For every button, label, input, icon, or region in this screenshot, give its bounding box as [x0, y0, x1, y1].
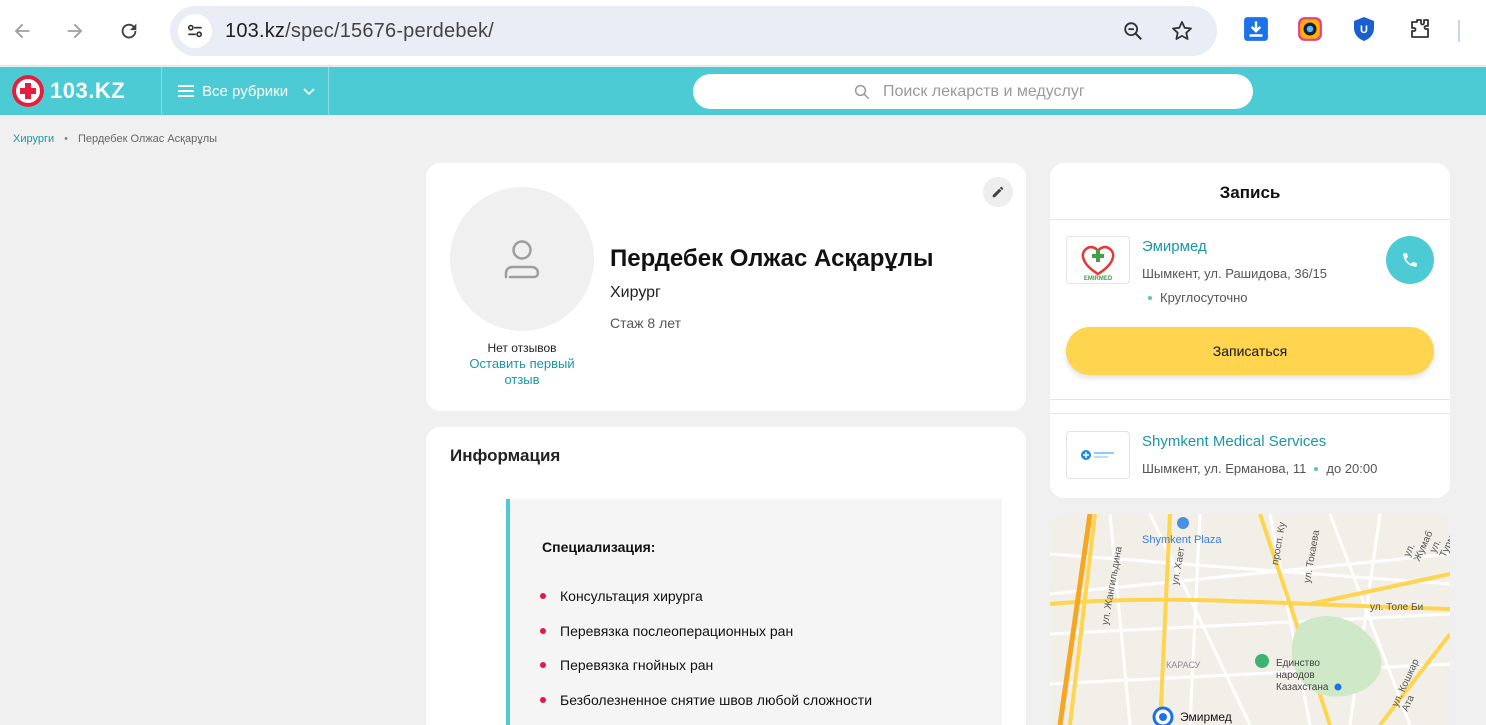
all-rubrics-label: Все рубрики: [202, 82, 289, 100]
clinic-name-shymkent-medical[interactable]: Shymkent Medical Services: [1142, 433, 1326, 450]
open-dot: [1314, 466, 1319, 471]
svg-text:U: U: [1360, 24, 1368, 36]
back-button[interactable]: [5, 14, 39, 48]
divider: [1050, 219, 1450, 220]
specialization-list: Консультация хирурга Перевязка послеопер…: [540, 579, 872, 717]
specialization-heading: Специализация:: [542, 539, 656, 555]
zoom-icon[interactable]: [1120, 18, 1146, 44]
reload-button[interactable]: [112, 14, 146, 48]
breadcrumb-current: Пердебек Олжас Асқарұлы: [78, 133, 218, 145]
divider: [1050, 399, 1450, 400]
clinic-name-emirmed[interactable]: Эмирмед: [1142, 238, 1207, 255]
reload-icon: [121, 23, 137, 39]
edit-button[interactable]: [983, 177, 1013, 207]
book-appointment-button[interactable]: Записаться: [1066, 327, 1434, 375]
avatar: [450, 187, 594, 331]
shield-extension-icon[interactable]: U: [1350, 15, 1378, 43]
url-path: /spec/15676-perdebek/: [285, 20, 494, 42]
clinic-hours-text: Круглосуточно: [1160, 290, 1248, 305]
site-header: 103.KZ Все рубрики: [0, 67, 1486, 115]
browser-toolbar: 103.kz/spec/15676-perdebek/ U: [0, 0, 1486, 66]
bookmark-star-icon[interactable]: [1169, 18, 1195, 44]
search-bar[interactable]: [693, 74, 1253, 109]
clinic-hours-text: до 20:00: [1326, 461, 1378, 476]
clinic-hours: Круглосуточно: [1148, 290, 1248, 305]
no-reviews-text: Нет отзывов: [487, 341, 557, 355]
bullet-dot: [540, 627, 546, 634]
forward-button[interactable]: [58, 14, 92, 48]
breadcrumb: Хирурги • Пердебек Олжас Асқарұлы: [13, 133, 217, 145]
specialization-box: Специализация: Консультация хирурга Пере…: [506, 499, 1002, 725]
booking-title: Запись: [1219, 183, 1281, 202]
info-title: Информация: [450, 446, 561, 465]
leave-first-review-link[interactable]: Оставить первый отзыв: [462, 356, 582, 388]
breadcrumb-separator: •: [64, 133, 68, 145]
doctor-experience: Стаж 8 лет: [610, 315, 681, 331]
pencil-icon: [992, 186, 1004, 198]
extensions-puzzle-icon[interactable]: [1406, 15, 1434, 43]
map-label-tole-bi: ул. Толе Би: [1370, 602, 1424, 613]
red-cross-icon: [12, 75, 44, 107]
open-dot: [1148, 295, 1152, 300]
map-marker-label: Эмирмед: [1180, 710, 1232, 724]
list-item-text: Перевязка послеоперационных ран: [560, 622, 794, 639]
chevron-down-icon: [303, 88, 315, 96]
url-text[interactable]: 103.kz/spec/15676-perdebek/: [225, 20, 494, 43]
arrow-left-icon: [14, 23, 30, 39]
doctor-name: Пердебек Олжас Асқарұлы: [610, 245, 934, 272]
list-item: Перевязка послеоперационных ран: [540, 614, 872, 649]
clinic-address: Шымкент, ул. Рашидова, 36/15: [1142, 266, 1327, 281]
svg-text:EMIRMED: EMIRMED: [1084, 276, 1113, 282]
info-card: Информация Специализация: Консультация х…: [426, 427, 1026, 725]
list-item: Перевязка гнойных ран: [540, 648, 872, 683]
list-item-text: Консультация хирурга: [560, 588, 703, 605]
map-label-karasu: КАРАСУ: [1166, 660, 1201, 670]
clinic-logo-emirmed[interactable]: EMIRMED: [1066, 236, 1130, 284]
site-logo[interactable]: 103.KZ: [12, 75, 125, 107]
url-host: 103.kz: [225, 20, 286, 42]
breadcrumb-link-surgeons[interactable]: Хирурги: [13, 133, 54, 145]
bullet-dot: [540, 696, 546, 703]
map-label-plaza: Shymkent Plaza: [1142, 534, 1222, 546]
clinic-address: Шымкент, ул. Ерманова, 11 до 20:00: [1142, 461, 1377, 476]
divider: [1050, 413, 1450, 414]
bullet-dot: [540, 593, 546, 600]
camera-extension-icon[interactable]: [1296, 15, 1324, 43]
list-item: Безболезненное снятие швов любой сложнос…: [540, 683, 872, 718]
download-extension-icon[interactable]: [1242, 15, 1270, 43]
search-input[interactable]: [883, 82, 1183, 101]
map-label-unity: Единство народов Казахстана: [1276, 658, 1329, 693]
list-item: Консультация хирурга: [540, 579, 872, 614]
search-icon: [854, 84, 870, 99]
list-item-text: Безболезненное снятие швов любой сложнос…: [560, 691, 873, 708]
booking-card: Запись EMIRMED Эмирмед Шымкент, ул. Раши…: [1050, 163, 1450, 498]
all-rubrics-button[interactable]: Все рубрики: [161, 67, 329, 115]
list-item-text: Перевязка гнойных ран: [560, 657, 714, 674]
toolbar-divider: [1458, 20, 1460, 42]
call-button[interactable]: [1386, 236, 1434, 284]
arrow-right-icon: [67, 23, 83, 39]
user-icon: [504, 240, 540, 279]
map[interactable]: Shymkent Plaza ул. Толе Би КАРАСУ Единст…: [1050, 514, 1450, 725]
phone-icon: [1403, 253, 1417, 267]
menu-icon: [178, 85, 194, 97]
site-settings-icon[interactable]: [178, 14, 212, 48]
clinic-logo-shymkent-medical[interactable]: [1066, 431, 1130, 479]
logo-text: 103.KZ: [50, 78, 126, 103]
clinic-address-text: Шымкент, ул. Ерманова, 11: [1142, 461, 1307, 476]
doctor-profile-card: Нет отзывов Оставить первый отзыв Пердеб…: [426, 163, 1026, 411]
address-bar[interactable]: 103.kz/spec/15676-perdebek/: [170, 6, 1217, 56]
bullet-dot: [540, 662, 546, 669]
doctor-specialty: Хирург: [610, 284, 661, 301]
